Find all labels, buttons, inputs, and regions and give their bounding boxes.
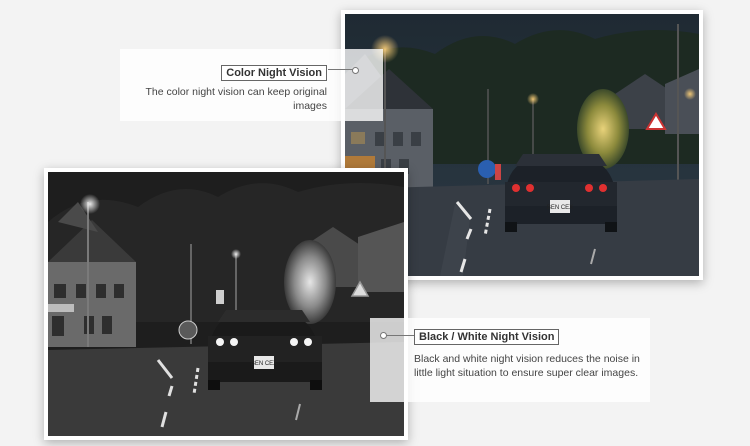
connector-dot — [352, 67, 359, 74]
color-night-vision-description: The color night vision can keep original… — [145, 86, 327, 112]
bw-night-vision-tag: Black / White Night Vision — [414, 327, 560, 345]
color-night-vision-tag: Color Night Vision — [221, 63, 327, 81]
bw-night-vision-photo-frame: BEN CEX — [44, 168, 408, 440]
connector-line — [386, 335, 414, 336]
color-night-vision-title: Color Night Vision — [221, 65, 327, 81]
color-night-vision-card: Color Night Vision The color night visio… — [120, 49, 383, 121]
color-plate-text: BEN CEX — [547, 205, 573, 211]
bw-plate-text: BEN CEX — [251, 361, 277, 367]
bw-night-vision-description: Black and white night vision reduces the… — [414, 353, 640, 379]
bw-night-vision-photo: BEN CEX — [48, 172, 404, 436]
bw-night-vision-title: Black / White Night Vision — [414, 329, 560, 345]
bw-night-vision-card: Black / White Night Vision Black and whi… — [370, 318, 650, 402]
